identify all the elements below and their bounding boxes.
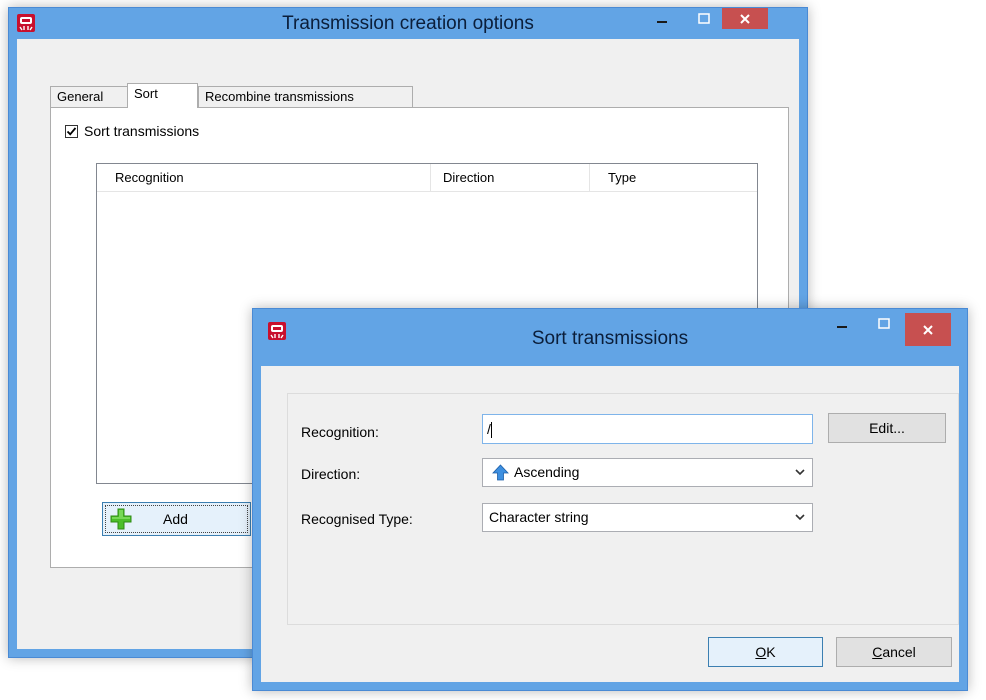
cancel-button[interactable]: Cancel: [836, 637, 952, 667]
dialog-client-area: Recognition: / Edit... Direction: Ascend…: [261, 366, 959, 682]
dialog-title: Sort transmissions: [531, 328, 689, 349]
ok-button-label: K: [766, 644, 776, 660]
chevron-down-icon: [795, 514, 805, 521]
tab-sort[interactable]: Sort: [127, 83, 198, 108]
ok-button-accel: O: [755, 644, 767, 660]
recognition-input[interactable]: /: [482, 414, 813, 444]
maximize-icon: [698, 12, 710, 24]
chevron-down-icon: [795, 469, 805, 476]
main-window-title: Transmission creation options: [282, 13, 534, 34]
dialog-titlebar[interactable]: Sort transmissions: [253, 309, 967, 349]
recognised-type-value: Character string: [489, 509, 589, 525]
minimize-icon: [657, 20, 667, 23]
minimize-icon: [837, 325, 847, 328]
tab-general[interactable]: General: [50, 86, 128, 108]
recognised-type-select[interactable]: Character string: [482, 503, 813, 532]
add-button-label: Add: [163, 511, 188, 527]
arrow-up-icon: [492, 464, 509, 481]
column-header-type[interactable]: Type: [590, 164, 757, 191]
cancel-button-label: ancel: [882, 644, 916, 660]
dialog-close-button[interactable]: [905, 313, 951, 346]
close-icon: [923, 324, 933, 335]
tab-recombine-transmissions[interactable]: Recombine transmissions: [198, 86, 413, 108]
direction-label: Direction:: [301, 466, 361, 482]
list-header: Recognition Direction Type: [97, 164, 757, 192]
dialog-minimize-button[interactable]: [829, 313, 855, 334]
dialog-maximize-button[interactable]: [871, 313, 897, 334]
recognised-type-label: Recognised Type:: [301, 511, 413, 527]
column-header-recognition[interactable]: Recognition: [97, 164, 431, 191]
column-header-direction[interactable]: Direction: [431, 164, 590, 191]
main-titlebar[interactable]: Transmission creation options: [9, 8, 807, 39]
sort-transmissions-label: Sort transmissions: [84, 123, 200, 139]
ok-button[interactable]: OK: [708, 637, 823, 667]
close-icon: [740, 13, 750, 24]
recognition-label: Recognition:: [301, 424, 379, 440]
checkmark-icon: [66, 127, 77, 136]
close-button[interactable]: [722, 8, 768, 29]
direction-value: Ascending: [514, 464, 580, 480]
maximize-icon: [878, 317, 890, 329]
sort-transmissions-checkbox[interactable]: [65, 125, 78, 138]
add-button[interactable]: Add: [102, 502, 251, 536]
maximize-button[interactable]: [691, 8, 717, 29]
sort-transmissions-dialog: Sort transmissions Recognition: / Edit..…: [252, 308, 968, 691]
cancel-button-accel: C: [872, 644, 883, 660]
minimize-button[interactable]: [649, 8, 675, 29]
add-plus-icon: [110, 508, 132, 530]
edit-button[interactable]: Edit...: [828, 413, 946, 443]
direction-select[interactable]: Ascending: [482, 458, 813, 487]
